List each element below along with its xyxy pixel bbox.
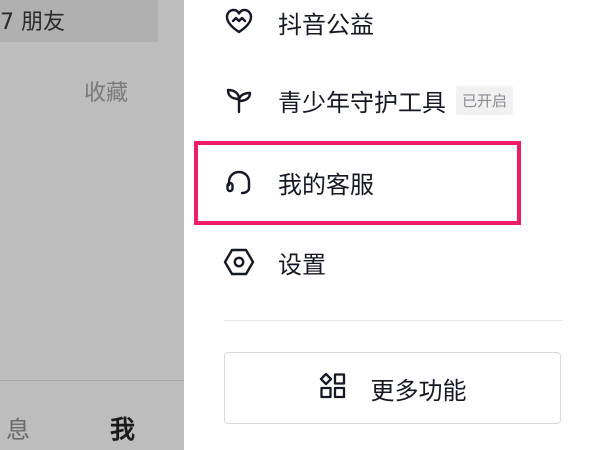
tab-messages[interactable]: 息: [6, 410, 30, 445]
friends-count: 7 朋友: [0, 10, 65, 35]
menu-item-settings[interactable]: 设置: [222, 240, 326, 284]
status-badge: 已开启: [456, 85, 514, 115]
side-drawer: 抖音公益 青少年守护工具 已开启 我的客服 设置 更多功能: [184, 0, 600, 450]
menu-item-settings-label: 设置: [278, 250, 326, 279]
dimmed-profile-page[interactable]: 7 朋友 收藏 息 我: [0, 0, 184, 450]
highlight-box: [194, 141, 521, 225]
menu-item-charity-label: 抖音公益: [278, 10, 374, 39]
tab-me[interactable]: 我: [110, 410, 135, 446]
more-features-label: 更多功能: [370, 376, 467, 405]
menu-item-youth-protection[interactable]: 青少年守护工具 已开启: [222, 78, 514, 122]
gear-hexagon-icon: [222, 245, 256, 279]
more-features-button[interactable]: 更多功能: [224, 352, 561, 424]
tabbar-divider: [0, 380, 184, 381]
menu-item-youth-protection-label: 青少年守护工具: [278, 88, 446, 117]
sprout-icon: [222, 83, 256, 117]
menu-divider: [224, 320, 562, 321]
menu-item-charity[interactable]: 抖音公益: [222, 0, 374, 44]
tab-favorites[interactable]: 收藏: [84, 75, 128, 107]
charity-heart-icon: [222, 5, 256, 39]
screen: 7 朋友 收藏 息 我 抖音公益 青少年守护工具 已开启 我的客服 设置 更多功…: [0, 0, 600, 450]
grid-apps-icon: [319, 372, 347, 404]
